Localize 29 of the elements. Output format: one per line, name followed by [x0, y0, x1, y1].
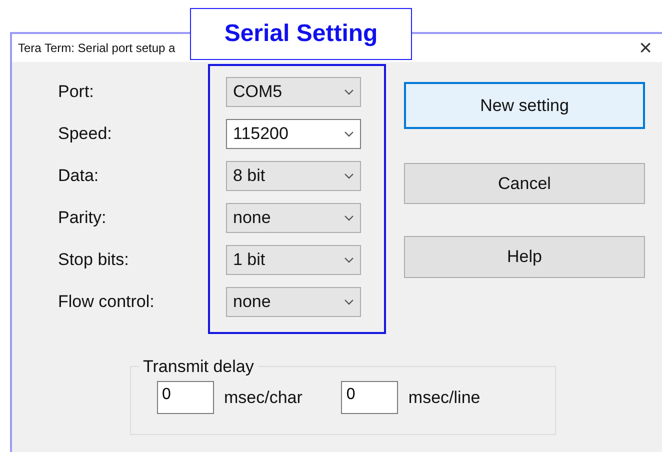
callout-label: Serial Setting: [190, 8, 412, 60]
dropdown[interactable]: none: [226, 203, 361, 233]
caret-icon: [344, 89, 354, 95]
caret-icon: [344, 257, 354, 263]
field-label: Parity:: [58, 207, 108, 230]
close-button[interactable]: ×: [635, 37, 656, 59]
dropdown[interactable]: none: [226, 287, 361, 317]
window-title: Tera Term: Serial port setup a: [18, 40, 176, 57]
field-label: Flow control:: [58, 291, 156, 314]
caret-icon: [344, 299, 354, 305]
field-label: Port:: [58, 81, 95, 104]
dialog-button[interactable]: Help: [404, 236, 645, 278]
number-field[interactable]: 0: [157, 381, 214, 414]
caret-icon: [344, 173, 354, 179]
field-label: Speed:: [58, 123, 113, 146]
unit-label: msec/line: [408, 386, 480, 409]
combo-box[interactable]: 115200: [226, 119, 361, 149]
caret-icon: [344, 215, 354, 221]
dropdown[interactable]: 8 bit: [226, 161, 361, 191]
group-title: Transmit delay: [142, 358, 255, 375]
field-label: Data:: [58, 165, 100, 188]
dropdown[interactable]: 1 bit: [226, 245, 361, 275]
unit-label: msec/char: [224, 386, 302, 409]
dialog-button[interactable]: Cancel: [404, 163, 645, 204]
dialog-button[interactable]: New setting: [404, 82, 645, 129]
caret-icon: [344, 131, 354, 137]
field-label: Stop bits:: [58, 249, 130, 272]
dropdown[interactable]: COM5: [226, 77, 361, 107]
number-field[interactable]: 0: [341, 381, 398, 414]
